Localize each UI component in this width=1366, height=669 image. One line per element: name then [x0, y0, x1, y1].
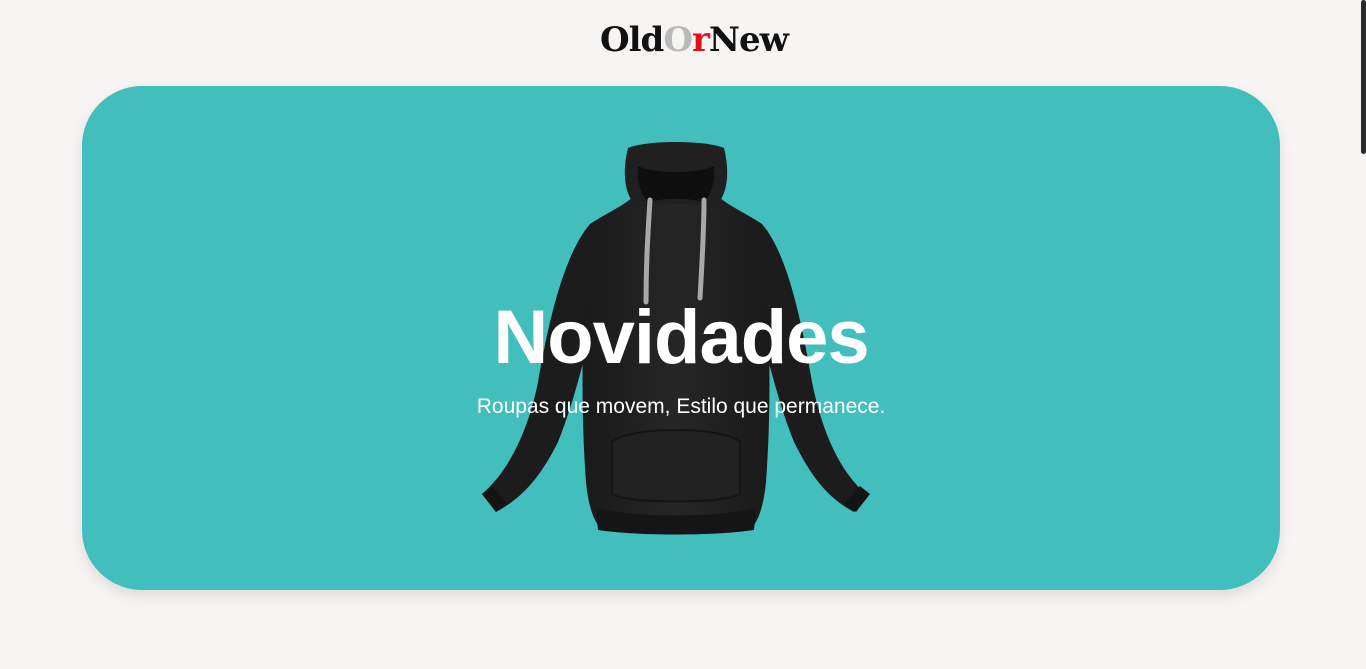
- logo-text-old: Old: [600, 20, 664, 60]
- hero-banner: Novidades Roupas que movem, Estilo que p…: [82, 86, 1280, 590]
- scrollbar-thumb[interactable]: [1361, 0, 1366, 154]
- site-header: Old O r New: [0, 0, 1366, 80]
- hero-subtitle: Roupas que movem, Estilo que permanece.: [476, 395, 886, 418]
- logo-text-o: O: [663, 20, 693, 60]
- vertical-scrollbar[interactable]: [1360, 0, 1366, 669]
- logo-link[interactable]: Old O r New: [600, 20, 789, 60]
- logo-text-r: r: [691, 20, 710, 60]
- hero-title: Novidades: [493, 295, 869, 380]
- page: Old O r New Novidades Roupas que movem, …: [0, 0, 1366, 669]
- logo-text-new: New: [708, 20, 789, 60]
